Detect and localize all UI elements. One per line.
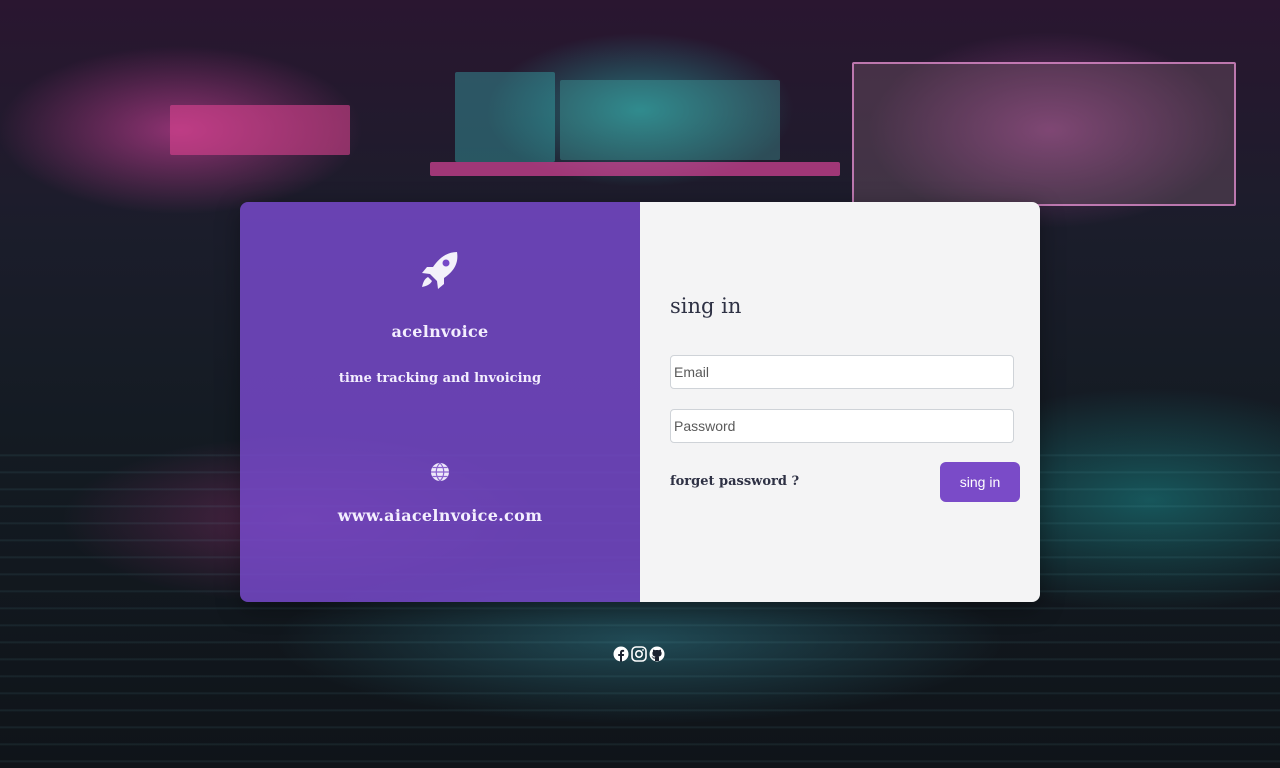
email-field[interactable] [670,355,1014,389]
website-link[interactable]: www.aiacelnvoice.com [240,506,640,525]
instagram-icon[interactable] [631,646,647,662]
login-card: acelnvoice time tracking and lnvoicing w… [240,202,1040,602]
background-neon-sign [170,105,350,155]
facebook-icon[interactable] [613,646,629,662]
signin-button[interactable]: sing in [940,462,1020,502]
password-field[interactable] [670,409,1014,443]
brand-tagline: time tracking and lnvoicing [338,371,542,386]
brand-panel: acelnvoice time tracking and lnvoicing w… [240,202,640,602]
rocket-icon [419,250,461,290]
background-neon-sign [560,80,780,160]
background-neon-sign [852,62,1236,206]
background-neon-sign [430,162,840,176]
social-links [613,646,665,662]
forget-password-link[interactable]: forget password ? [670,474,799,489]
background-neon-sign [455,72,555,162]
github-icon[interactable] [649,646,665,662]
globe-icon [430,462,450,482]
brand-name: acelnvoice [391,322,489,341]
signin-panel: sing in forget password ? sing in [640,202,1040,602]
signin-title: sing in [670,294,742,318]
